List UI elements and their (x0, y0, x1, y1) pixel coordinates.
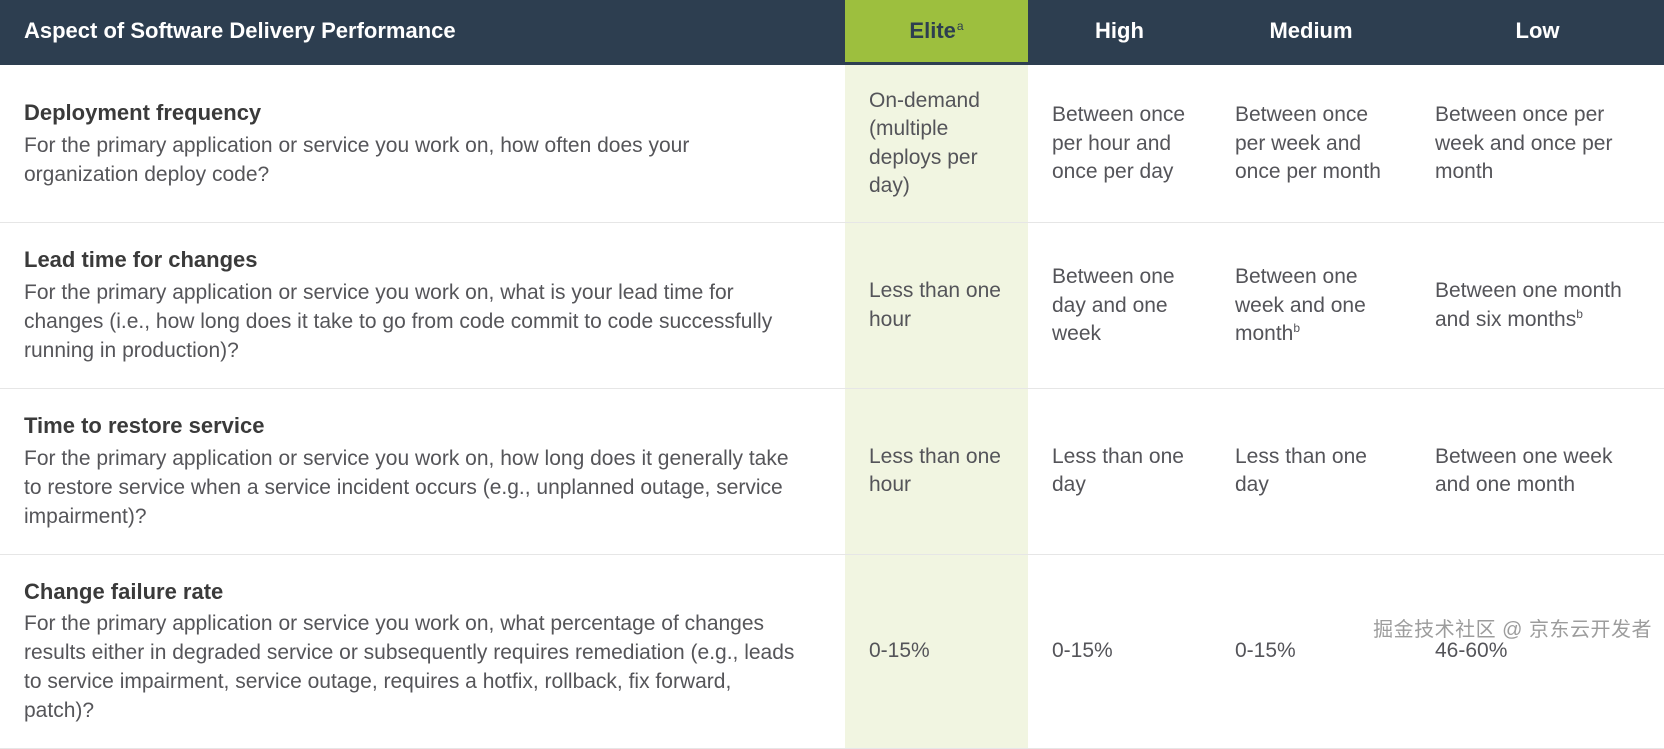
aspect-title: Change failure rate (24, 577, 805, 607)
table-row: Lead time for changes For the primary app… (0, 223, 1664, 389)
cell-elite: 0-15% (845, 554, 1028, 749)
cell-elite-text: 0-15% (869, 639, 930, 662)
cell-aspect: Deployment frequency For the primary appl… (0, 64, 845, 223)
header-aspect: Aspect of Software Delivery Performance (0, 0, 845, 64)
cell-medium: Less than one day (1211, 388, 1411, 554)
cell-low: Between one week and one month (1411, 388, 1664, 554)
cell-high-text: Less than one day (1052, 445, 1184, 496)
table-row: Change failure rateFor the primary appli… (0, 554, 1664, 749)
cell-medium-text: Less than one day (1235, 445, 1367, 496)
cell-low-text: 46-60% (1435, 639, 1507, 662)
cell-medium: 0-15% (1211, 554, 1411, 749)
cell-elite-text: Less than one hour (869, 279, 1001, 330)
cell-medium-text: 0-15% (1235, 639, 1296, 662)
aspect-desc: For the primary application or service y… (24, 132, 805, 190)
cell-low-text: Between one week and one month (1435, 445, 1612, 496)
table-header: Aspect of Software Delivery Performance … (0, 0, 1664, 64)
header-elite-label: Elite (909, 18, 955, 43)
header-low: Low (1411, 0, 1664, 64)
table-row: Deployment frequency For the primary appl… (0, 64, 1664, 223)
cell-medium-text: Between one week and one month (1235, 265, 1366, 345)
cell-low-sup: b (1576, 307, 1583, 321)
cell-aspect: Lead time for changes For the primary app… (0, 223, 845, 389)
table-row: Time to restore service For the primary a… (0, 388, 1664, 554)
header-elite-sup: a (957, 19, 964, 33)
cell-high: Between one day and one week (1028, 223, 1211, 389)
cell-high: Between once per hour and once per day (1028, 64, 1211, 223)
cell-medium-text: Between once per week and once per month (1235, 103, 1381, 183)
cell-elite-text: Less than one hour (869, 445, 1001, 496)
aspect-title: Deployment frequency (24, 98, 805, 128)
header-elite: Elitea (845, 0, 1028, 64)
header-medium: Medium (1211, 0, 1411, 64)
cell-aspect: Time to restore service For the primary a… (0, 388, 845, 554)
cell-elite: On-demand (multiple deploys per day) (845, 64, 1028, 223)
table-body: Deployment frequency For the primary appl… (0, 64, 1664, 749)
header-high: High (1028, 0, 1211, 64)
cell-low: 46-60% (1411, 554, 1664, 749)
aspect-title: Time to restore service (24, 411, 805, 441)
cell-medium-sup: b (1293, 321, 1300, 335)
cell-high-text: Between one day and one week (1052, 265, 1175, 345)
cell-medium: Between once per week and once per month (1211, 64, 1411, 223)
cell-low: Between one month and six monthsb (1411, 223, 1664, 389)
performance-table: Aspect of Software Delivery Performance … (0, 0, 1664, 749)
cell-high: Less than one day (1028, 388, 1211, 554)
cell-medium: Between one week and one monthb (1211, 223, 1411, 389)
cell-low-text: Between one month and six months (1435, 279, 1622, 330)
cell-elite-text: On-demand (multiple deploys per day) (869, 89, 980, 197)
cell-low-text: Between once per week and once per month (1435, 103, 1612, 183)
cell-aspect: Change failure rateFor the primary appli… (0, 554, 845, 749)
cell-high-text: Between once per hour and once per day (1052, 103, 1185, 183)
cell-elite: Less than one hour (845, 223, 1028, 389)
aspect-desc: For the primary application or service y… (24, 610, 805, 726)
aspect-desc: For the primary application or service y… (24, 445, 805, 532)
cell-high: 0-15% (1028, 554, 1211, 749)
cell-low: Between once per week and once per month (1411, 64, 1664, 223)
cell-elite: Less than one hour (845, 388, 1028, 554)
aspect-title: Lead time for changes (24, 245, 805, 275)
aspect-desc: For the primary application or service y… (24, 279, 805, 366)
cell-high-text: 0-15% (1052, 639, 1113, 662)
